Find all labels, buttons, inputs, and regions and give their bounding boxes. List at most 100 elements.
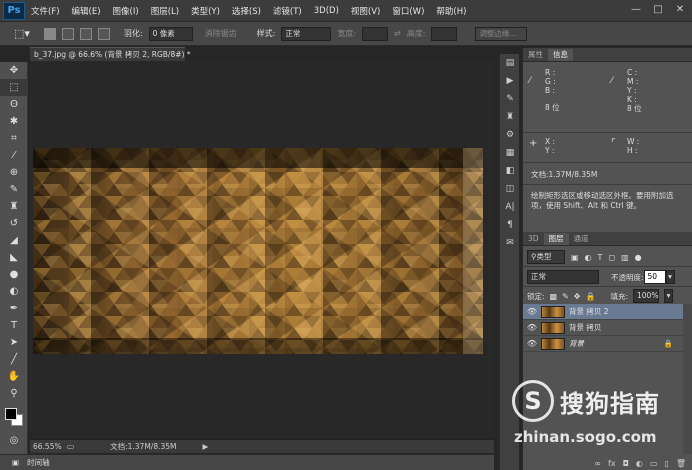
style-select[interactable]: 正常 (281, 26, 332, 41)
color-swatches[interactable] (0, 402, 27, 432)
document-tab[interactable]: b_37.jpg @ 66.6% (背景 拷贝 2, RGB/8#) * (30, 47, 191, 61)
tab-channels[interactable]: 通道 (569, 233, 594, 245)
fill-input[interactable]: 100% (633, 289, 659, 303)
intersect-selection-icon[interactable] (97, 27, 110, 40)
opacity-dropdown-icon[interactable]: ▾ (665, 270, 675, 284)
filter-shape-icon[interactable]: ◻ (608, 253, 615, 262)
visibility-eye-icon[interactable]: 👁 (523, 307, 541, 316)
adjustments-panel-icon[interactable]: ◧ (500, 162, 520, 180)
layer-name[interactable]: 背景 (569, 338, 584, 349)
pen-tool-icon[interactable]: ✒ (0, 300, 28, 317)
character-panel-icon[interactable]: A| (500, 198, 520, 216)
eraser-tool-icon[interactable]: ◢ (0, 232, 28, 249)
fill-dropdown-icon[interactable]: ▾ (664, 289, 673, 303)
layer-row-background-copy-2[interactable]: 👁 背景 拷贝 2 (523, 304, 683, 320)
history-brush-tool-icon[interactable]: ↺ (0, 215, 28, 232)
maximize-button[interactable]: □ (650, 3, 666, 17)
dodge-tool-icon[interactable]: ◐ (0, 283, 28, 300)
lasso-tool-icon[interactable]: ʘ (0, 96, 28, 113)
swatches-panel-icon[interactable]: ▦ (500, 144, 520, 162)
notes-panel-icon[interactable]: ✉ (500, 234, 520, 252)
blur-tool-icon[interactable]: ● (0, 266, 28, 283)
zoom-level[interactable]: 66.55% (33, 442, 67, 451)
filter-type-icon[interactable]: T (598, 253, 603, 262)
quick-mask-icon[interactable]: ◎ (0, 432, 28, 449)
menu-file[interactable]: 文件(F) (31, 5, 60, 17)
brush-panel-icon[interactable]: ✎ (500, 90, 520, 108)
crop-tool-icon[interactable]: ⌗ (0, 130, 28, 147)
link-layers-icon[interactable]: ∞ (594, 459, 601, 470)
subtract-selection-icon[interactable] (79, 27, 92, 40)
menu-view[interactable]: 视图(V) (351, 5, 380, 17)
close-button[interactable]: ✕ (672, 3, 688, 17)
paragraph-panel-icon[interactable]: ¶ (500, 216, 520, 234)
paint-bucket-tool-icon[interactable]: ◣ (0, 249, 28, 266)
add-mask-icon[interactable]: ◘ (623, 459, 629, 470)
menu-window[interactable]: 窗口(W) (392, 5, 424, 17)
move-tool-icon[interactable]: ✥ (0, 62, 28, 79)
layer-row-background-copy[interactable]: 👁 背景 拷贝 (523, 320, 683, 336)
magic-wand-tool-icon[interactable]: ✱ (0, 113, 28, 130)
healing-brush-tool-icon[interactable]: ⊕ (0, 164, 28, 181)
hand-tool-icon[interactable]: ✋ (0, 368, 28, 385)
status-menu-arrow-icon[interactable]: ▶ (203, 442, 209, 451)
refine-edge-button[interactable]: 调整边缘... (475, 26, 528, 41)
filter-adjust-icon[interactable]: ◐ (585, 253, 592, 262)
visibility-eye-icon[interactable]: 👁 (523, 339, 541, 348)
menu-help[interactable]: 帮助(H) (436, 5, 466, 17)
new-selection-icon[interactable] (43, 27, 56, 40)
visibility-eye-icon[interactable]: 👁 (523, 323, 541, 332)
filter-toggle-icon[interactable]: ● (635, 253, 642, 262)
tab-properties[interactable]: 属性 (523, 49, 548, 61)
lock-image-icon[interactable]: ✎ (562, 292, 569, 301)
menu-image[interactable]: 图像(I) (113, 5, 139, 17)
timeline-icon[interactable]: ▣ (12, 458, 19, 467)
lock-position-icon[interactable]: ✥ (574, 292, 581, 301)
minimize-button[interactable]: — (628, 3, 644, 17)
swap-icon[interactable]: ⇄ (394, 29, 401, 38)
eyedropper-tool-icon[interactable]: ⁄ (0, 147, 28, 164)
feather-input[interactable]: 0 像素 (148, 26, 193, 41)
filter-smart-icon[interactable]: ▥ (621, 253, 629, 262)
tab-3d[interactable]: 3D (523, 233, 544, 245)
menu-layer[interactable]: 图层(L) (151, 5, 179, 17)
timeline-label[interactable]: 时间轴 (27, 457, 50, 468)
adjustment-layer-icon[interactable]: ◐ (636, 459, 643, 470)
line-tool-icon[interactable]: ╱ (0, 351, 28, 368)
status-info-icon[interactable]: ▭ (67, 442, 74, 451)
filter-pixel-icon[interactable]: ▣ (571, 253, 579, 262)
marquee-tool-preset-icon[interactable]: ⬚▾ (14, 27, 30, 40)
menu-3d[interactable]: 3D(D) (314, 6, 339, 16)
layer-name[interactable]: 背景 拷贝 (569, 322, 601, 333)
image-canvas[interactable] (33, 148, 483, 354)
layer-row-background[interactable]: 👁 背景 🔒 (523, 336, 683, 352)
menu-edit[interactable]: 编辑(E) (72, 5, 101, 17)
clone-source-panel-icon[interactable]: ♜ (500, 108, 520, 126)
add-selection-icon[interactable] (61, 27, 74, 40)
lock-all-icon[interactable]: 🔒 (586, 292, 596, 301)
menu-type[interactable]: 类型(Y) (191, 5, 220, 17)
height-input[interactable] (431, 26, 458, 41)
path-selection-tool-icon[interactable]: ➤ (0, 334, 28, 351)
type-tool-icon[interactable]: T (0, 317, 28, 334)
brush-tool-icon[interactable]: ✎ (0, 181, 28, 198)
blend-mode-select[interactable]: 正常 (527, 270, 599, 284)
new-group-icon[interactable]: ▭ (650, 459, 658, 470)
width-input[interactable] (362, 26, 389, 41)
menu-filter[interactable]: 滤镜(T) (273, 5, 302, 17)
layer-style-icon[interactable]: fx (608, 459, 616, 470)
rectangular-marquee-tool-icon[interactable]: ⬚ (0, 79, 28, 96)
layer-name[interactable]: 背景 拷贝 2 (569, 306, 609, 317)
tab-info[interactable]: 信息 (548, 49, 573, 61)
clone-stamp-tool-icon[interactable]: ♜ (0, 198, 28, 215)
history-panel-icon[interactable]: ▤ (500, 54, 520, 72)
antialias-checkbox[interactable]: 消除锯齿 (205, 28, 237, 39)
layers-scrollbar[interactable] (683, 304, 692, 454)
foreground-color-swatch[interactable] (5, 408, 17, 420)
actions-panel-icon[interactable]: ▶ (500, 72, 520, 90)
delete-layer-icon[interactable]: 🗑 (676, 459, 686, 470)
opacity-input[interactable]: 50 (643, 270, 666, 284)
styles-panel-icon[interactable]: ◫ (500, 180, 520, 198)
menu-select[interactable]: 选择(S) (232, 5, 261, 17)
layer-filter-select[interactable]: ⚲类型 (527, 250, 565, 264)
